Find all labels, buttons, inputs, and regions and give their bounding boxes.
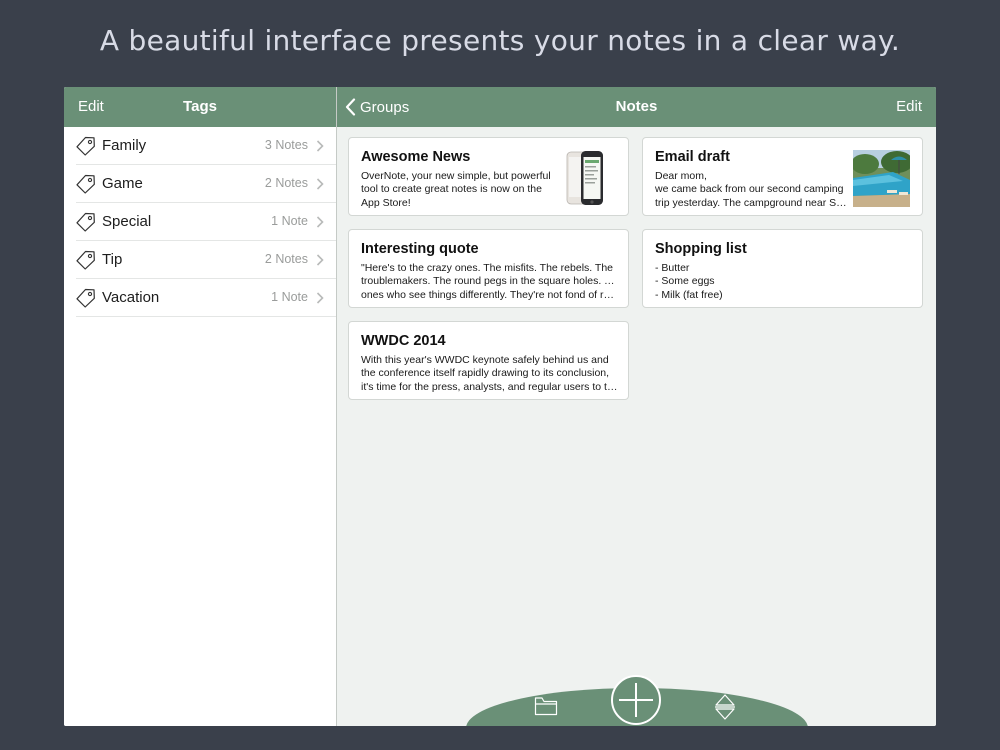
note-card-awesome-news[interactable]: Awesome News OverNote, your new simple, … (348, 137, 629, 216)
tag-row-family[interactable]: Family 3 Notes (76, 127, 336, 165)
note-preview-line: With this year's WWDC keynote safely beh… (361, 354, 609, 366)
tag-count: 3 Notes (264, 138, 308, 152)
chevron-right-icon (316, 216, 324, 228)
note-preview: "Here's to the crazy ones. The misfits. … (361, 262, 619, 302)
chevron-right-icon (316, 140, 324, 152)
note-preview-line: we came back from our second camping (655, 183, 844, 196)
iphone-image (566, 151, 603, 205)
chevron-right-icon (316, 254, 324, 266)
plus-icon (619, 683, 653, 717)
tag-row-special[interactable]: Special 1 Note (76, 203, 336, 241)
note-preview-line: Dear mom, (655, 170, 707, 182)
tag-name: Vacation (102, 289, 160, 306)
tag-row-game[interactable]: Game 2 Notes (76, 165, 336, 203)
tags-edit-button[interactable]: Edit (78, 87, 104, 127)
note-preview-line: it's time for the press, analysts, and r… (361, 380, 618, 393)
tags-title: Tags (183, 98, 217, 115)
pool-image (853, 150, 910, 207)
note-preview-line: - Some eggs (655, 275, 715, 288)
note-title: Email draft (655, 149, 730, 165)
note-preview-line: trip yesterday. The campground near Sa… (655, 196, 851, 209)
note-preview-line: tool to create great notes is now on the (361, 183, 542, 196)
headline: A beautiful interface presents your note… (99, 24, 901, 57)
note-title: Shopping list (655, 241, 747, 257)
app-window: Edit Tags Family 3 Notes Game 2 Notes Sp… (64, 87, 936, 726)
tag-name: Family (102, 137, 147, 154)
chevron-left-icon (345, 98, 356, 116)
note-card-email-draft[interactable]: Email draft Dear mom, we came back from … (642, 137, 923, 216)
notes-navbar: Groups Notes Edit (337, 87, 936, 127)
tag-name: Game (102, 175, 143, 192)
note-preview: - Butter - Some eggs - Milk (fat free) (655, 262, 913, 302)
note-title: Awesome News (361, 149, 471, 165)
note-title: Interesting quote (361, 241, 479, 257)
add-note-button[interactable] (611, 675, 661, 725)
note-card-shopping-list[interactable]: Shopping list - Butter - Some eggs - Mil… (642, 229, 923, 308)
note-preview-line: ones who see things differently. They're… (361, 288, 619, 301)
note-preview-line: the conference itself rapidly drawing to… (361, 367, 610, 380)
tag-name: Special (102, 213, 152, 230)
tag-icon (76, 136, 95, 156)
note-preview: Dear mom, we came back from our second c… (655, 170, 851, 210)
groups-back-button[interactable]: Groups (345, 87, 409, 127)
note-card-interesting-quote[interactable]: Interesting quote "Here's to the crazy o… (348, 229, 629, 308)
tag-count: 2 Notes (264, 176, 308, 190)
chevron-right-icon (316, 292, 324, 304)
sort-icon[interactable] (714, 693, 736, 721)
note-preview-line: App Store! (361, 196, 411, 209)
notes-edit-button[interactable]: Edit (896, 87, 922, 127)
note-title: WWDC 2014 (361, 333, 446, 349)
notes-pane: Groups Notes Edit Awesome News OverNote,… (337, 87, 936, 726)
groups-back-label: Groups (360, 98, 410, 116)
tags-pane: Edit Tags Family 3 Notes Game 2 Notes Sp… (64, 87, 337, 726)
note-preview: OverNote, your new simple, but powerful … (361, 170, 561, 210)
folder-icon[interactable] (534, 695, 558, 717)
tags-navbar: Edit Tags (64, 87, 336, 127)
note-preview: With this year's WWDC keynote safely beh… (361, 354, 619, 394)
chevron-right-icon (316, 178, 324, 190)
tag-count: 2 Notes (264, 252, 308, 266)
tag-icon (76, 174, 95, 194)
notes-title: Notes (615, 98, 658, 115)
note-preview-line: - Milk (fat free) (655, 288, 723, 301)
note-preview-line: troublemakers. The round pegs in the squ… (361, 275, 619, 288)
note-preview-line: OverNote, your new simple, but powerful (361, 170, 551, 182)
tag-row-tip[interactable]: Tip 2 Notes (76, 241, 336, 279)
note-card-wwdc-2014[interactable]: WWDC 2014 With this year's WWDC keynote … (348, 321, 629, 400)
tag-name: Tip (102, 251, 123, 268)
tag-icon (76, 250, 95, 270)
tag-icon (76, 212, 95, 232)
tag-count: 1 Note (271, 290, 308, 304)
tag-icon (76, 288, 95, 308)
tag-row-vacation[interactable]: Vacation 1 Note (76, 279, 336, 317)
note-preview-line: "Here's to the crazy ones. The misfits. … (361, 262, 614, 274)
note-preview-line: - Butter (655, 262, 690, 274)
tag-count: 1 Note (271, 214, 308, 228)
tag-list: Family 3 Notes Game 2 Notes Special 1 No… (76, 127, 336, 317)
